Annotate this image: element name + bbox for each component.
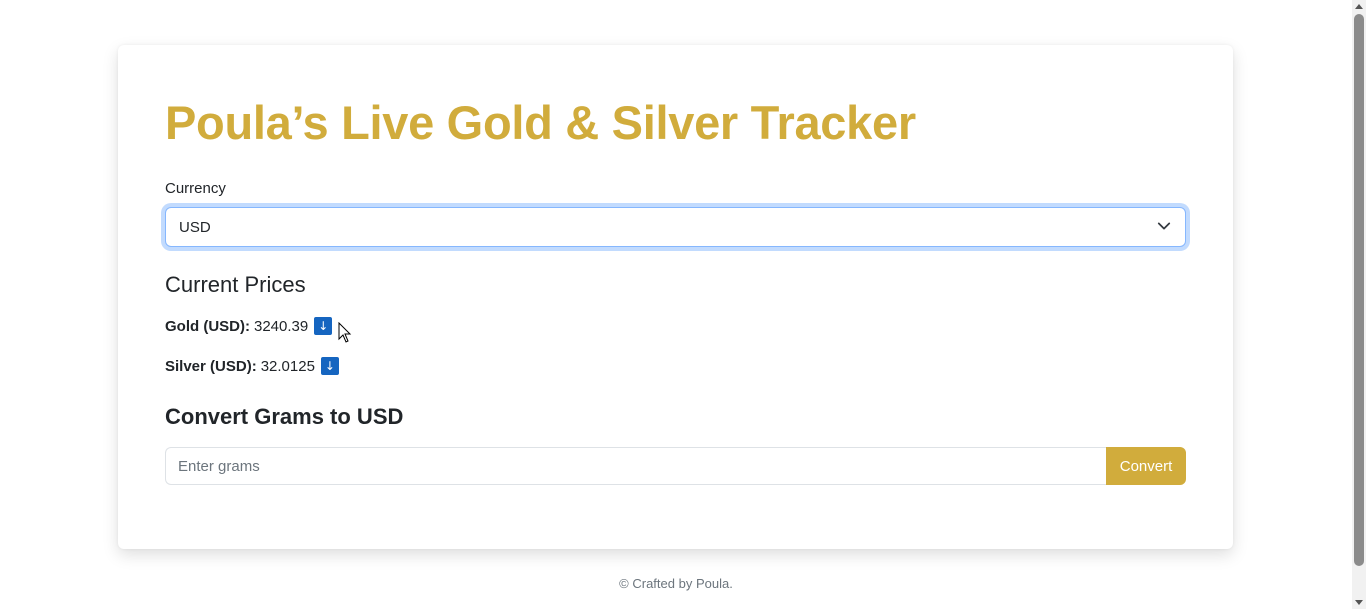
gold-price-value: 3240.39 (253, 317, 309, 335)
mouse-pointer-icon (338, 322, 352, 343)
scroll-down-icon[interactable] (1355, 600, 1363, 605)
down-arrow-icon: ↓ (320, 357, 339, 375)
silver-price-label: Silver (USD): (165, 357, 257, 375)
tracker-card: Poula’s Live Gold & Silver Tracker Curre… (118, 45, 1233, 549)
gold-price-row: Gold (USD): 3240.39 ↓ (165, 317, 333, 335)
footer-text: © Crafted by Poula. (619, 576, 733, 591)
silver-price-row: Silver (USD): 32.0125 ↓ (165, 357, 339, 375)
currency-select[interactable]: USD (165, 207, 1186, 247)
convert-input-group: Convert (165, 447, 1186, 485)
convert-button[interactable]: Convert (1106, 447, 1186, 485)
down-arrow-icon: ↓ (314, 317, 333, 335)
gold-price-label: Gold (USD): (165, 317, 250, 335)
chevron-down-icon (1157, 222, 1171, 230)
grams-input[interactable] (165, 447, 1106, 485)
silver-price-value: 32.0125 (260, 357, 315, 375)
scrollbar-thumb[interactable] (1354, 14, 1364, 566)
currency-select-value: USD (179, 219, 211, 236)
convert-heading: Convert Grams to USD (165, 404, 404, 429)
page-title: Poula’s Live Gold & Silver Tracker (165, 96, 916, 149)
currency-label: Currency (165, 180, 226, 197)
scroll-up-icon[interactable] (1355, 4, 1363, 9)
page-scrollbar[interactable] (1352, 0, 1366, 609)
current-prices-heading: Current Prices (165, 272, 306, 297)
